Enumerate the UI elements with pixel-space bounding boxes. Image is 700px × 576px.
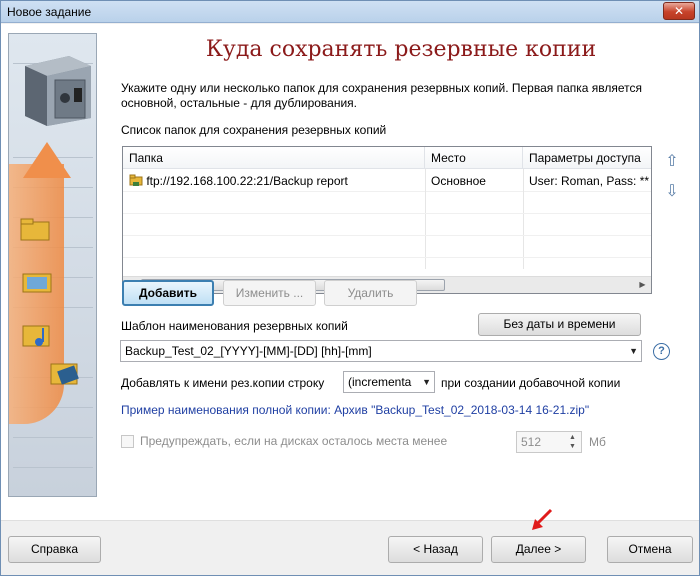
image-folder-icon <box>22 273 52 293</box>
table-row[interactable]: ftp://192.168.100.22:21/Backup report Ос… <box>123 170 651 192</box>
column-header-folder[interactable]: Папка <box>123 147 425 169</box>
dialog-window: Новое задание ✕ Куда сохранять резервные… <box>0 0 700 576</box>
folder-cell: ftp://192.168.100.22:21/Backup report <box>123 170 425 192</box>
disk-space-value: 512 <box>521 435 542 449</box>
safe-icon <box>25 56 91 126</box>
wizard-illustration <box>8 33 97 497</box>
close-button[interactable]: ✕ <box>663 2 695 20</box>
help-button[interactable]: Справка <box>8 536 101 563</box>
ftp-folder-icon <box>129 174 143 186</box>
access-cell: User: Roman, Pass: ** <box>529 174 650 188</box>
append-label: Добавлять к имени рез.копии строку <box>121 376 325 390</box>
move-up-icon[interactable]: ⇧ <box>662 152 682 172</box>
append-suffix-label: при создании добавочной копии <box>441 376 621 390</box>
orange-arrow-head <box>23 142 71 178</box>
red-pointer-arrow-icon <box>532 508 553 530</box>
example-name: Пример наименования полной копии: Архив … <box>121 403 590 417</box>
folder-list[interactable]: Папка Место Параметры доступа ftp://192.… <box>122 146 652 294</box>
spin-arrows-icon[interactable]: ▲ ▼ <box>565 433 580 451</box>
append-select[interactable]: (incrementa ▼ <box>343 371 435 393</box>
page-title: Куда сохранять резервные копии <box>205 37 597 62</box>
music-folder-icon <box>22 325 50 347</box>
template-label: Шаблон наименования резервных копий <box>121 319 348 333</box>
move-down-icon[interactable]: ⇩ <box>662 182 682 202</box>
place-cell: Основное <box>431 174 486 188</box>
disk-space-unit: Мб <box>589 435 606 449</box>
add-button[interactable]: Добавить <box>122 280 214 306</box>
cancel-button[interactable]: Отмена <box>607 536 693 563</box>
delete-button[interactable]: Удалить <box>324 280 417 306</box>
edit-button[interactable]: Изменить ... <box>223 280 316 306</box>
window-title: Новое задание <box>7 5 92 19</box>
page-description: Укажите одну или несколько папок для сох… <box>121 81 643 110</box>
folder-list-header: Папка Место Параметры доступа <box>123 147 651 169</box>
chevron-down-icon: ▼ <box>422 377 431 387</box>
disk-warning-label: Предупреждать, если на дисках осталось м… <box>140 434 448 448</box>
back-button[interactable]: < Назад <box>388 536 483 563</box>
template-select[interactable]: Backup_Test_02_[YYYY]-[MM]-[DD] [hh]-[mm… <box>120 340 642 362</box>
disk-warning-checkbox[interactable] <box>121 435 134 448</box>
help-icon[interactable]: ? <box>653 343 670 360</box>
wizard-content: Куда сохранять резервные копии Укажите о… <box>1 24 699 520</box>
column-header-place[interactable]: Место <box>425 147 523 169</box>
folder-list-label: Список папок для сохранения резервных ко… <box>121 123 387 137</box>
folder-path: ftp://192.168.100.22:21/Backup report <box>146 174 348 188</box>
video-folder-icon <box>50 363 79 385</box>
template-value: Backup_Test_02_[YYYY]-[MM]-[DD] [hh]-[mm… <box>125 344 372 358</box>
chevron-down-icon: ▼ <box>629 346 638 356</box>
no-date-button[interactable]: Без даты и времени <box>478 313 641 336</box>
scroll-right-icon[interactable]: ▶ <box>634 277 651 293</box>
folder-icon <box>20 218 50 241</box>
title-bar: Новое задание ✕ <box>1 1 699 23</box>
column-header-access[interactable]: Параметры доступа <box>523 147 651 169</box>
disk-space-stepper[interactable]: 512 ▲ ▼ <box>516 431 582 453</box>
next-button[interactable]: Далее > <box>491 536 586 563</box>
append-value: (incrementa <box>348 375 412 389</box>
